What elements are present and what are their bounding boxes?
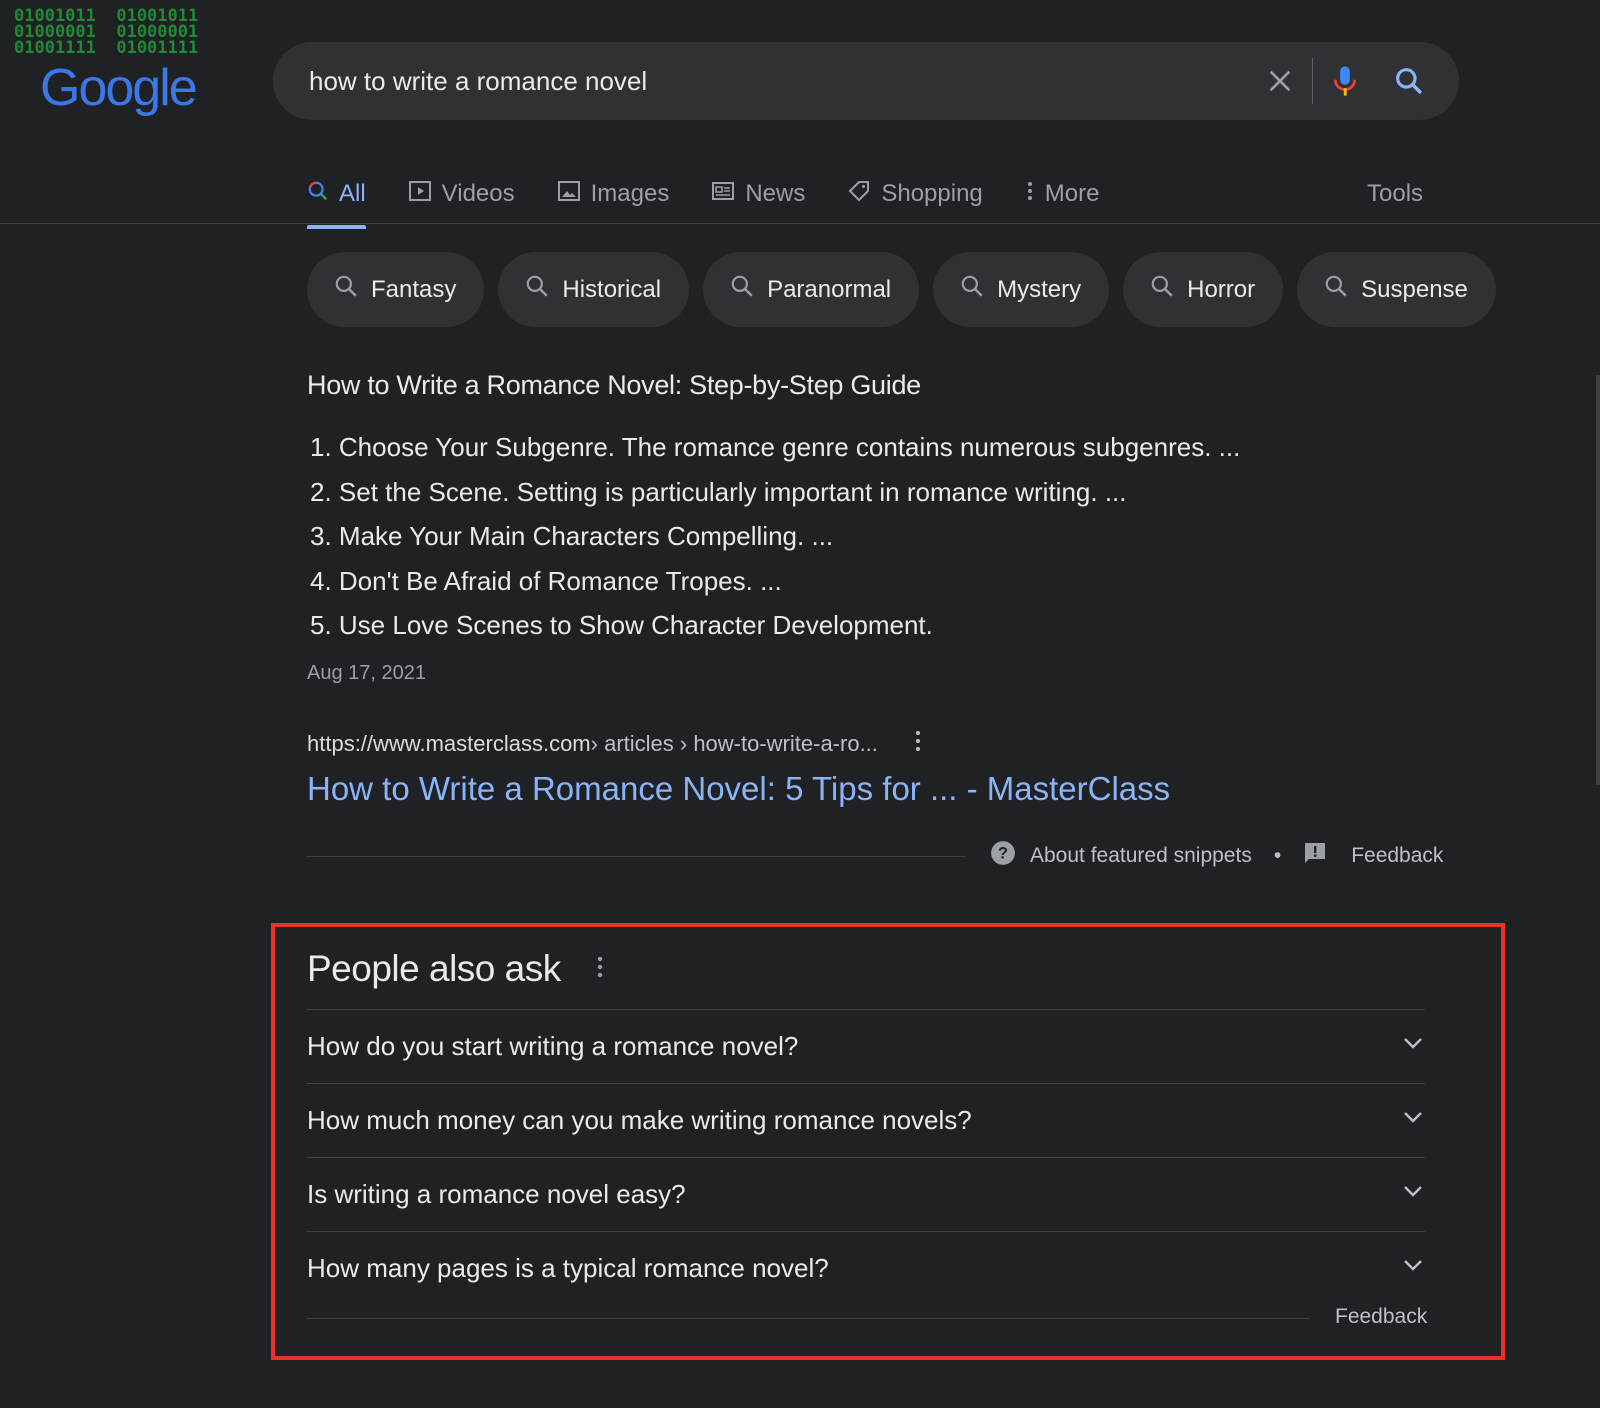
microphone-icon[interactable] [1313,64,1377,98]
search-icon [1323,273,1349,306]
refinement-chips: Fantasy Historical Paranormal Mystery Ho… [307,252,1496,327]
result-breadcrumb: https://www.masterclass.com › articles ›… [307,730,922,758]
snippet-steps: 1. Choose Your Subgenre. The romance gen… [310,425,1240,648]
chip-horror[interactable]: Horror [1123,252,1284,327]
people-also-ask-title: People also ask [307,948,561,989]
tag-icon [847,179,871,210]
help-icon: ? [990,840,1016,872]
chip-mystery[interactable]: Mystery [933,252,1110,327]
chip-historical[interactable]: Historical [498,252,690,327]
search-bar[interactable]: how to write a romance novel [273,42,1459,120]
snippet-divider [307,856,965,857]
snippet-step: 3. Make Your Main Characters Compelling.… [310,521,834,552]
svg-text:?: ? [998,844,1008,862]
clear-icon[interactable] [1248,67,1312,95]
search-icon [1149,273,1175,306]
tabs-divider [0,223,1600,224]
tab-all[interactable]: All [307,168,366,229]
tab-shopping[interactable]: Shopping [847,168,983,220]
separator-dot: • [1273,844,1282,867]
chip-suspense[interactable]: Suspense [1297,252,1496,327]
search-icon [307,180,329,209]
paa-feedback-link[interactable]: Feedback [1335,1305,1427,1329]
chevron-down-icon [1401,1179,1425,1210]
tab-more[interactable]: More [1025,168,1099,220]
tools-button[interactable]: Tools [1367,168,1423,220]
paa-question[interactable]: How much money can you make writing roma… [307,1083,1425,1157]
newspaper-icon [711,179,735,210]
chevron-down-icon [1401,1031,1425,1062]
scrollbar[interactable] [1596,375,1600,785]
image-icon [557,179,581,210]
snippet-footer: ? About featured snippets • Feedback [990,840,1443,872]
feedback-icon [1303,841,1327,871]
chip-paranormal[interactable]: Paranormal [703,252,920,327]
more-vert-icon[interactable] [596,955,604,986]
search-icon [524,273,550,306]
result-title-link[interactable]: How to Write a Romance Novel: 5 Tips for… [307,770,1170,808]
tab-videos[interactable]: Videos [408,168,515,220]
play-icon [408,179,432,210]
search-icon [729,273,755,306]
result-domain: https://www.masterclass.com [307,731,591,756]
tab-news[interactable]: News [711,168,805,220]
more-vert-icon [1025,179,1035,210]
snippet-step: 2. Set the Scene. Setting is particularl… [310,476,1127,507]
paa-divider [307,1318,1310,1319]
search-input[interactable]: how to write a romance novel [309,66,1248,97]
chevron-down-icon [1401,1105,1425,1136]
paa-question[interactable]: How do you start writing a romance novel… [307,1009,1425,1083]
snippet-step: 4. Don't Be Afraid of Romance Tropes. ..… [310,565,782,596]
paa-question[interactable]: Is writing a romance novel easy? [307,1157,1425,1231]
paa-question[interactable]: How many pages is a typical romance nove… [307,1231,1425,1305]
search-icon [333,273,359,306]
snippet-step: 5. Use Love Scenes to Show Character Dev… [310,610,933,641]
snippet-step: 1. Choose Your Subgenre. The romance gen… [310,432,1241,462]
google-doodle-logo[interactable]: 01001011 01001011 01000001 01000001 0100… [14,6,219,118]
search-icon [959,273,985,306]
snippet-date: Aug 17, 2021 [307,662,426,684]
about-featured-snippets-link[interactable]: About featured snippets [1030,844,1252,868]
logo-binary-text: 01001011 01001011 01000001 01000001 0100… [14,6,199,58]
logo-wordmark: Google [40,59,198,117]
snippet-feedback-link[interactable]: Feedback [1351,844,1443,868]
search-tabs: All Videos Images News Shopping More [307,168,1141,229]
snippet-title: How to Write a Romance Novel: Step-by-St… [307,370,921,400]
chevron-down-icon [1401,1253,1425,1284]
tab-images[interactable]: Images [557,168,669,220]
chip-fantasy[interactable]: Fantasy [307,252,485,327]
result-path: › articles › how-to-write-a-ro... [590,731,878,756]
more-vert-icon[interactable] [914,730,922,758]
search-icon[interactable] [1377,65,1441,97]
